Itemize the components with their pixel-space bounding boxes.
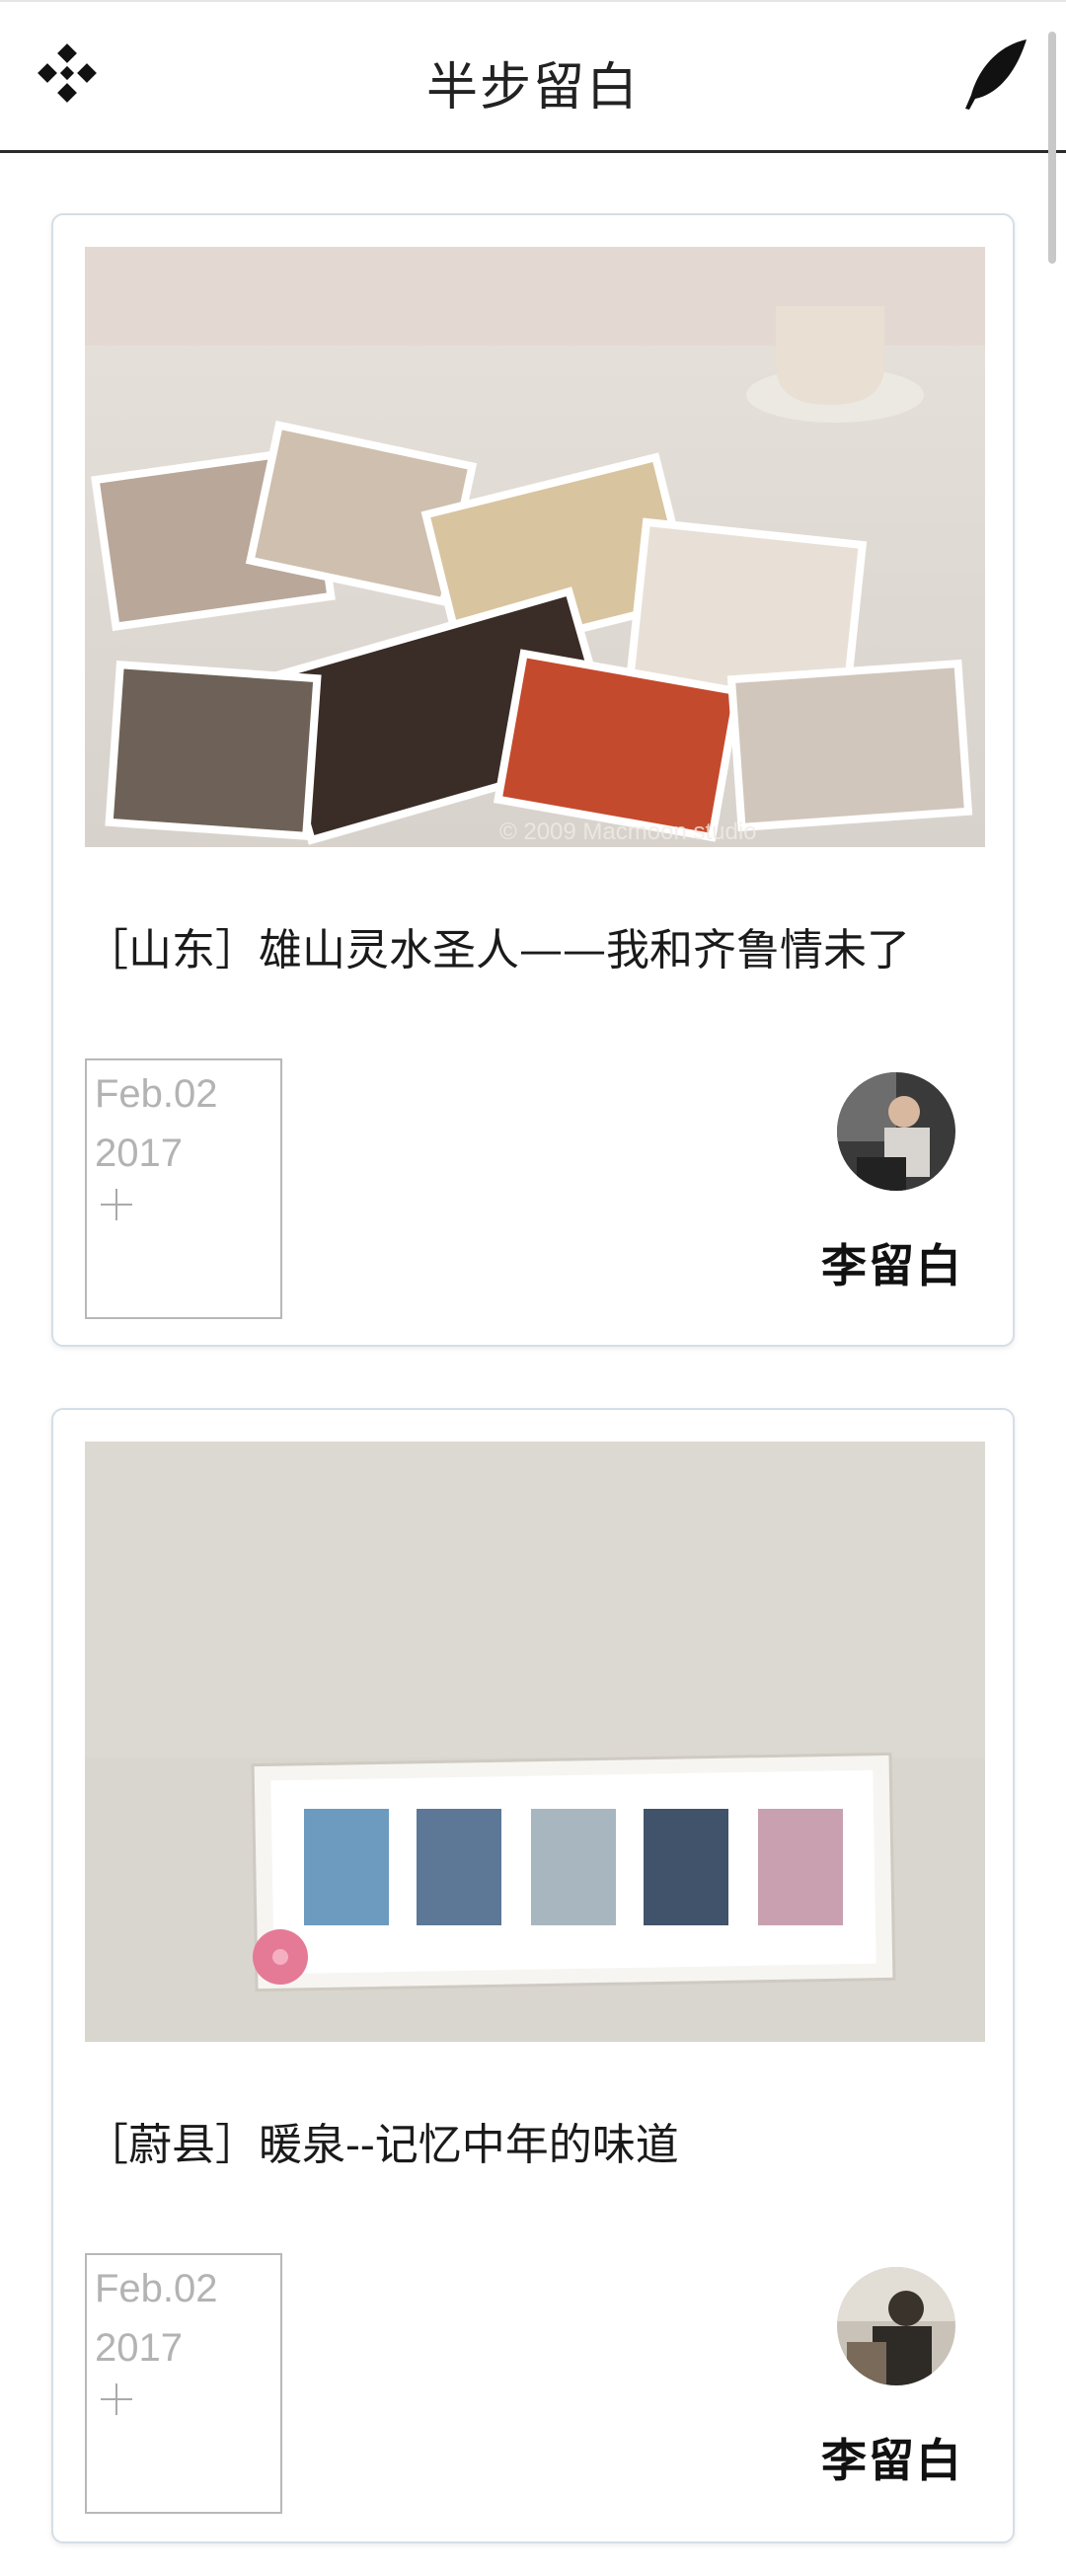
author-avatar[interactable] — [837, 1072, 955, 1191]
post-card[interactable]: ［蔚县］暖泉--记忆中年的味道 Feb.02 2017 李留白 — [51, 1408, 1015, 2543]
app-title: 半步留白 — [425, 58, 640, 117]
plus-icon[interactable] — [101, 1187, 136, 1222]
avatar-photo — [837, 2267, 955, 2385]
avatar-photo — [837, 1072, 955, 1191]
author-name[interactable]: 李留白 — [821, 2425, 963, 2490]
cover-watermark: © 2009 Macmoon studio — [499, 819, 757, 845]
date-month-day: Feb.02 — [95, 1072, 218, 1116]
frame-photo — [85, 1442, 985, 2042]
post-cover-image[interactable] — [85, 1442, 985, 2042]
post-title[interactable]: ［蔚县］暖泉--记忆中年的味道 — [85, 2109, 993, 2172]
post-title[interactable]: ［山东］雄山灵水圣人——我和齐鲁情未了 — [85, 914, 993, 977]
author-avatar[interactable] — [837, 2267, 955, 2385]
post-cover-image[interactable]: © 2009 Macmoon studio — [85, 247, 985, 847]
plus-icon[interactable] — [101, 2381, 136, 2417]
date-year: 2017 — [95, 2326, 183, 2370]
date-box: Feb.02 2017 — [85, 2253, 282, 2514]
date-year: 2017 — [95, 1132, 183, 1175]
date-box: Feb.02 2017 — [85, 1058, 282, 1319]
date-month-day: Feb.02 — [95, 2267, 218, 2310]
scrollbar[interactable] — [1048, 32, 1056, 264]
polaroids-photo: © 2009 Macmoon studio — [85, 247, 985, 847]
post-card[interactable]: © 2009 Macmoon studio ［山东］雄山灵水圣人——我和齐鲁情未… — [51, 213, 1015, 1347]
author-name[interactable]: 李留白 — [821, 1230, 963, 1295]
app-header: 半步留白 — [0, 0, 1066, 264]
feather-write-icon[interactable] — [959, 38, 1030, 113]
